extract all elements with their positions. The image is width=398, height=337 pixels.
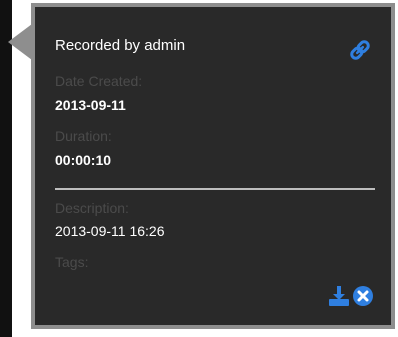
link-icon[interactable] bbox=[347, 37, 373, 63]
section-divider bbox=[55, 188, 375, 190]
popup-stage: Recorded by admin Date Created: 2013-09-… bbox=[0, 0, 398, 337]
duration-label: Duration: bbox=[55, 128, 112, 144]
popup-pointer-arrow bbox=[8, 24, 32, 60]
duration-value: 00:00:10 bbox=[55, 152, 112, 168]
date-created-label: Date Created: bbox=[55, 73, 143, 89]
description-label: Description: bbox=[55, 200, 129, 216]
close-icon[interactable] bbox=[352, 285, 374, 307]
download-icon[interactable] bbox=[328, 285, 350, 307]
action-buttons bbox=[328, 285, 374, 307]
recording-title: Recorded by admin bbox=[55, 37, 186, 54]
date-created-value: 2013-09-11 bbox=[55, 97, 126, 113]
tags-label: Tags: bbox=[55, 254, 89, 270]
recording-details-popup: Recorded by admin Date Created: 2013-09-… bbox=[31, 3, 395, 329]
description-value: 2013-09-11 16:26 bbox=[55, 223, 165, 239]
